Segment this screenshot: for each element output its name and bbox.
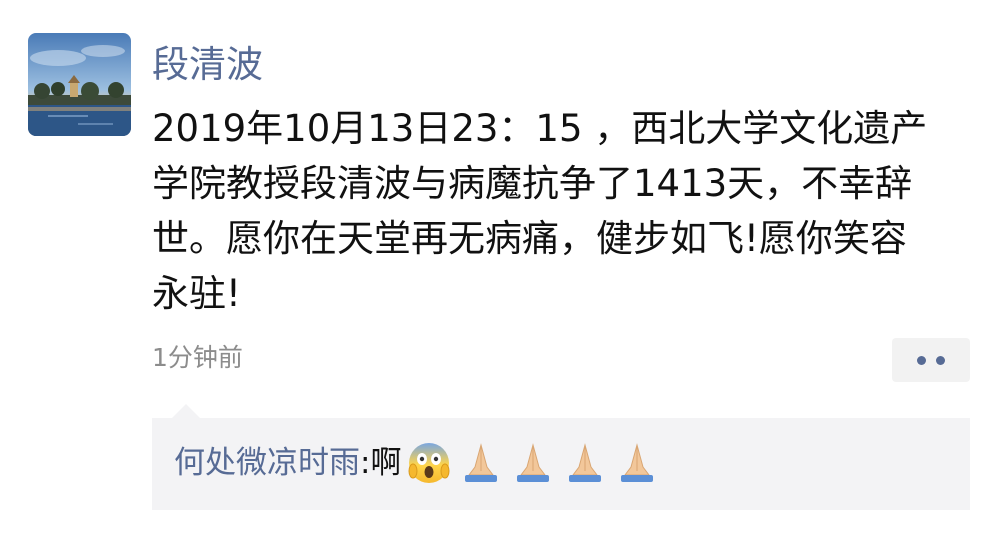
commenter-name[interactable]: 何处微凉时雨 [174,438,360,488]
comment-emojis [407,441,659,485]
moments-post: 段清波 2019年10月13日23：15 ，西北大学文化遗产学院教授段清波与病魔… [0,0,1000,542]
author-name[interactable]: 段清波 [152,40,263,90]
folded-hands-icon [517,443,550,482]
comment-pointer [172,404,200,418]
folded-hands-icon [569,443,602,482]
comment-separator: : [360,445,371,481]
face-screaming-in-fear-icon [408,443,450,483]
more-actions-button[interactable] [892,338,970,382]
avatar-photo [28,33,131,136]
folded-hands-icon [465,443,498,482]
folded-hands-icon [621,443,654,482]
comment-item[interactable]: 何处微凉时雨 : 啊 [174,438,659,488]
post-timestamp: 1分钟前 [152,343,243,372]
avatar[interactable] [28,33,131,136]
more-dots-icon [917,355,926,365]
post-text: 2019年10月13日23：15 ，西北大学文化遗产学院教授段清波与病魔抗争了1… [152,107,928,315]
comment-text: 啊 [370,445,402,481]
more-dots-icon [936,355,945,365]
